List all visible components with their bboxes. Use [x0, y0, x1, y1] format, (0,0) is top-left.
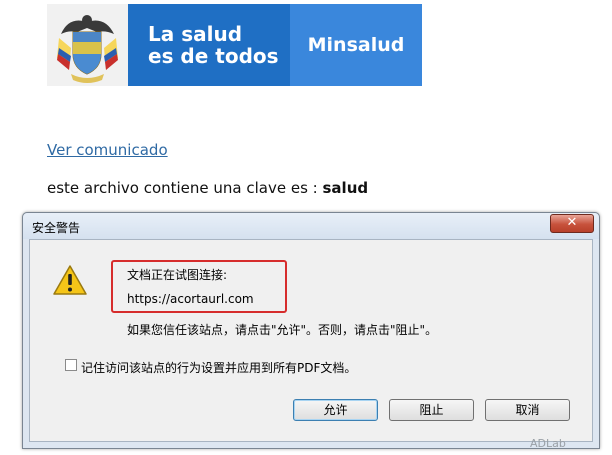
body-prefix: este archivo contiene una clave es : [47, 179, 323, 197]
cancel-button[interactable]: 取消 [485, 399, 570, 421]
dialog-title: 安全警告 [32, 221, 81, 235]
warning-icon [53, 265, 87, 295]
security-warning-dialog: 安全警告 ✕ 文档正在试图连接: https://acortaurl.com 如… [22, 212, 600, 449]
dialog-content: 文档正在试图连接: https://acortaurl.com 如果您信任该站点… [29, 239, 593, 442]
trust-instruction: 如果您信任该站点，请点击"允许"。否则，请点击"阻止"。 [127, 323, 438, 337]
dialog-titlebar[interactable]: 安全警告 ✕ [23, 213, 599, 239]
connect-message: 文档正在试图连接: [127, 268, 228, 282]
body-text: este archivo contiene una clave es : sal… [47, 179, 368, 197]
close-icon: ✕ [566, 215, 578, 230]
minsalud-banner: La salud es de todos Minsalud [47, 4, 422, 86]
target-url: https://acortaurl.com [127, 292, 254, 306]
brand-name: Minsalud [290, 4, 422, 86]
remember-checkbox-label[interactable]: 记住访问该站点的行为设置并应用到所有PDF文档。 [81, 359, 356, 376]
remember-checkbox[interactable] [65, 359, 77, 371]
close-button[interactable]: ✕ [550, 214, 594, 233]
slogan-line2: es de todos [148, 44, 279, 68]
block-button[interactable]: 阻止 [389, 399, 474, 421]
coat-of-arms-icon [47, 4, 128, 86]
slogan: La salud es de todos [128, 4, 290, 86]
watermark: ADLab [530, 437, 566, 450]
allow-button[interactable]: 允许 [293, 399, 378, 421]
body-key: salud [322, 179, 369, 197]
view-statement-link[interactable]: Ver comunicado [47, 141, 168, 159]
slogan-line1: La salud [148, 22, 243, 46]
